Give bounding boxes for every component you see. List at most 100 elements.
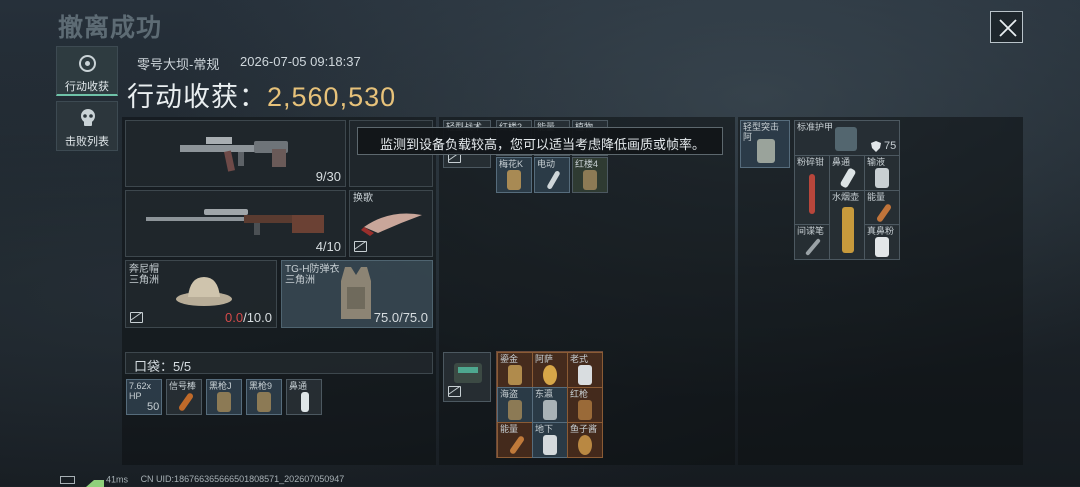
pocket-label: 口袋：5/5: [134, 359, 192, 374]
no-insurance-icon: [448, 386, 461, 397]
tab-label: 行动收获: [65, 81, 109, 93]
primary-weapon-slot[interactable]: 9/30: [125, 120, 346, 187]
timestamp: 2026-07-05 09:18:37: [240, 54, 361, 69]
target-icon: [79, 55, 96, 72]
tool-icon: [546, 170, 561, 190]
item-icon: [508, 365, 522, 385]
tab-label: 击败列表: [65, 136, 109, 148]
right-item-powder[interactable]: 真鼻粉: [864, 224, 900, 260]
right-item-spy-pen[interactable]: 间谍笔: [794, 224, 830, 260]
card-icon: [583, 170, 597, 190]
secondary-weapon-slot[interactable]: 4/10: [125, 190, 346, 257]
close-icon: [999, 19, 1017, 37]
no-insurance-icon: [354, 241, 367, 252]
performance-tooltip: 监测到设备负载较高，您可以适当考虑降低画质或帧率。: [357, 127, 723, 155]
assault-vest-slot[interactable]: 轻型突击 阿: [740, 120, 790, 168]
sniper-rifle-icon: [146, 209, 324, 235]
skull-icon: [81, 109, 95, 126]
uid: CN UID:18676636566650180857​1_2026070509…: [140, 474, 345, 485]
backpack-item[interactable]: 海盗: [497, 387, 533, 423]
helmet-durability: 0.0/10.0: [225, 310, 272, 325]
armor-slot[interactable]: TG-H防弹衣 三角洲 75.0/75.0: [281, 260, 433, 328]
no-insurance-icon: [130, 312, 143, 323]
right-item-pliers[interactable]: 粉碎钳: [794, 155, 830, 225]
rig-item-6[interactable]: 红楼4: [572, 157, 608, 193]
melee-name: 换歌: [353, 193, 373, 204]
right-item-infusion[interactable]: 输液: [864, 155, 900, 191]
document-icon: [543, 435, 557, 455]
armor-name: TG-H防弹衣: [285, 264, 340, 275]
card-icon: [507, 170, 521, 190]
pocket-item-card-9[interactable]: 黑枪9: [246, 379, 282, 415]
helmet-slot[interactable]: 奔尼帽 三角洲 0.0/10.0: [125, 260, 277, 328]
pocket-item-nasal-spray[interactable]: 鼻通: [286, 379, 322, 415]
map-name: 零号大坝-常规: [137, 57, 220, 72]
backpack-item[interactable]: 阿萨: [532, 352, 568, 388]
helmet-sub: 三角洲: [129, 275, 159, 286]
card-icon: [257, 392, 271, 412]
backpack-item[interactable]: 鱼子酱: [567, 422, 603, 458]
tab-kill-list[interactable]: 击败列表: [56, 101, 118, 151]
ammo-count: 50: [147, 401, 160, 413]
right-item-spray[interactable]: 鼻通: [829, 155, 865, 191]
pocket-item-card-j[interactable]: 黑枪J: [206, 379, 242, 415]
armor-value: 75: [884, 140, 897, 152]
armor-durability: 75.0/75.0: [373, 310, 428, 325]
armor-plate-icon: [835, 127, 857, 151]
body-armor-icon: [341, 267, 371, 319]
backpack-icon: [454, 363, 482, 383]
powder-icon: [875, 237, 889, 257]
item-icon: [578, 400, 592, 420]
tab-harvest[interactable]: 行动收获: [56, 46, 118, 96]
harvest-total: 行动收获：2,560,530: [127, 75, 396, 114]
harvest-label: 行动收获：: [127, 82, 267, 112]
helmet-name: 奔尼帽: [129, 264, 159, 275]
page-title: 撤离成功: [58, 14, 163, 42]
rifle-icon: [180, 137, 288, 172]
right-item-energy[interactable]: 能量: [864, 190, 900, 226]
pocket-item-flare[interactable]: 信号棒: [166, 379, 202, 415]
armor-sub: 三角洲: [285, 275, 315, 286]
flare-icon: [177, 392, 195, 412]
spray-icon: [301, 392, 309, 412]
vest-icon: [757, 139, 775, 163]
ping: 41ms: [106, 474, 129, 485]
trophy-icon: [543, 365, 557, 385]
melee-slot[interactable]: 换歌: [349, 190, 433, 257]
energy-icon: [508, 435, 526, 455]
backpack-item[interactable]: 地下: [532, 422, 568, 458]
status-bar: 41ms CN UID:18676636566650180857​1_20260…: [60, 473, 344, 487]
backpack-item[interactable]: 老式: [567, 352, 603, 388]
item-icon: [508, 400, 522, 420]
battery-icon: [60, 476, 75, 484]
shield-icon: [871, 141, 881, 152]
energy-icon: [875, 203, 893, 223]
pocket-item-ammo[interactable]: 7.62x HP 50: [126, 379, 162, 415]
backpack-slot[interactable]: [443, 352, 491, 402]
backpack-item[interactable]: 鎏金: [497, 352, 533, 388]
harvest-value: 2,560,530: [267, 82, 397, 112]
boonie-hat-icon: [176, 277, 232, 306]
spray-icon: [839, 167, 857, 189]
backpack-item[interactable]: 东瀛: [532, 387, 568, 423]
pocket-header: 口袋：5/5: [125, 352, 433, 374]
standard-armor-item[interactable]: 标准护甲 75: [794, 120, 900, 156]
item-icon: [543, 400, 557, 420]
pen-icon: [805, 238, 821, 256]
hookah-icon: [842, 207, 854, 253]
document-icon: [578, 365, 592, 385]
backpack-item[interactable]: 红枪: [567, 387, 603, 423]
caviar-icon: [578, 435, 592, 455]
pliers-icon: [809, 174, 815, 214]
close-button[interactable]: [990, 11, 1023, 43]
knife-icon: [361, 213, 422, 236]
rig-item-4[interactable]: 梅花K: [496, 157, 532, 193]
right-item-hookah[interactable]: 水烟壶: [829, 190, 865, 260]
card-icon: [217, 392, 231, 412]
backpack-item[interactable]: 能量: [497, 422, 533, 458]
primary-ammo: 9/30: [315, 169, 341, 184]
signal-icon: [85, 473, 104, 487]
rig-item-5[interactable]: 电动: [534, 157, 570, 193]
secondary-ammo: 4/10: [315, 239, 341, 254]
infusion-icon: [875, 168, 889, 188]
